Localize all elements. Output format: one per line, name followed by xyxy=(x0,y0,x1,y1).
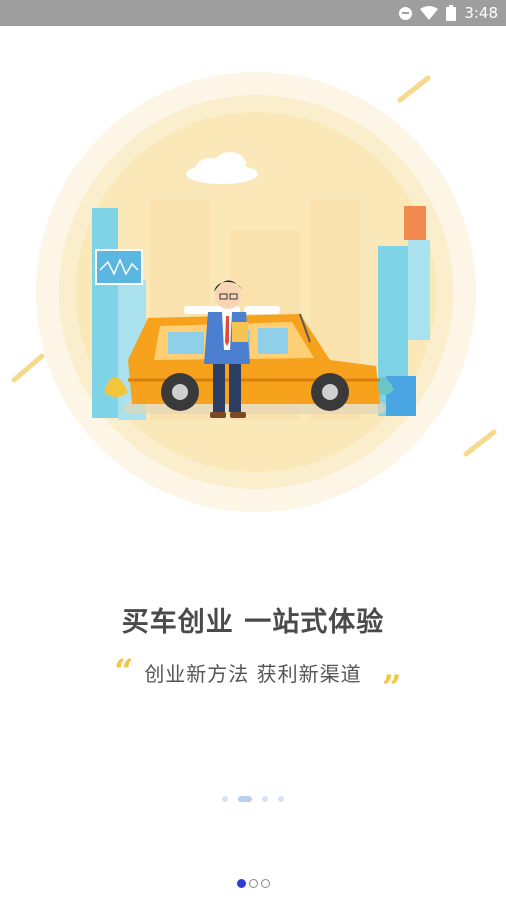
sparkle-streak xyxy=(11,353,45,383)
close-quote-icon: ” xyxy=(382,668,402,708)
sparkle-streak xyxy=(463,429,497,457)
onboarding-subtitle-block: “ 创业新方法 获利新渠道 ” xyxy=(0,652,506,708)
page-indicator[interactable] xyxy=(0,877,506,889)
carousel-dot xyxy=(262,796,268,802)
carousel-dot-active xyxy=(238,796,252,802)
wifi-icon xyxy=(420,6,439,20)
onboarding-subtitle: 创业新方法 获利新渠道 xyxy=(144,662,362,686)
carousel-dot xyxy=(278,796,284,802)
battery-icon xyxy=(446,5,457,21)
onboarding-title: 买车创业 一站式体验 xyxy=(121,607,385,638)
carousel-dot xyxy=(222,796,228,802)
do-not-disturb-icon xyxy=(399,6,413,20)
carousel-indicator xyxy=(0,794,506,804)
status-bar: 3:48 xyxy=(0,0,506,26)
hero-illustration xyxy=(11,72,497,512)
page-dot[interactable] xyxy=(248,878,258,888)
sparkle-streak xyxy=(397,75,431,103)
page-dot[interactable] xyxy=(260,878,270,888)
status-icons: 3:48 xyxy=(399,0,498,26)
page-dot-active[interactable] xyxy=(236,878,246,888)
status-time: 3:48 xyxy=(464,4,498,22)
